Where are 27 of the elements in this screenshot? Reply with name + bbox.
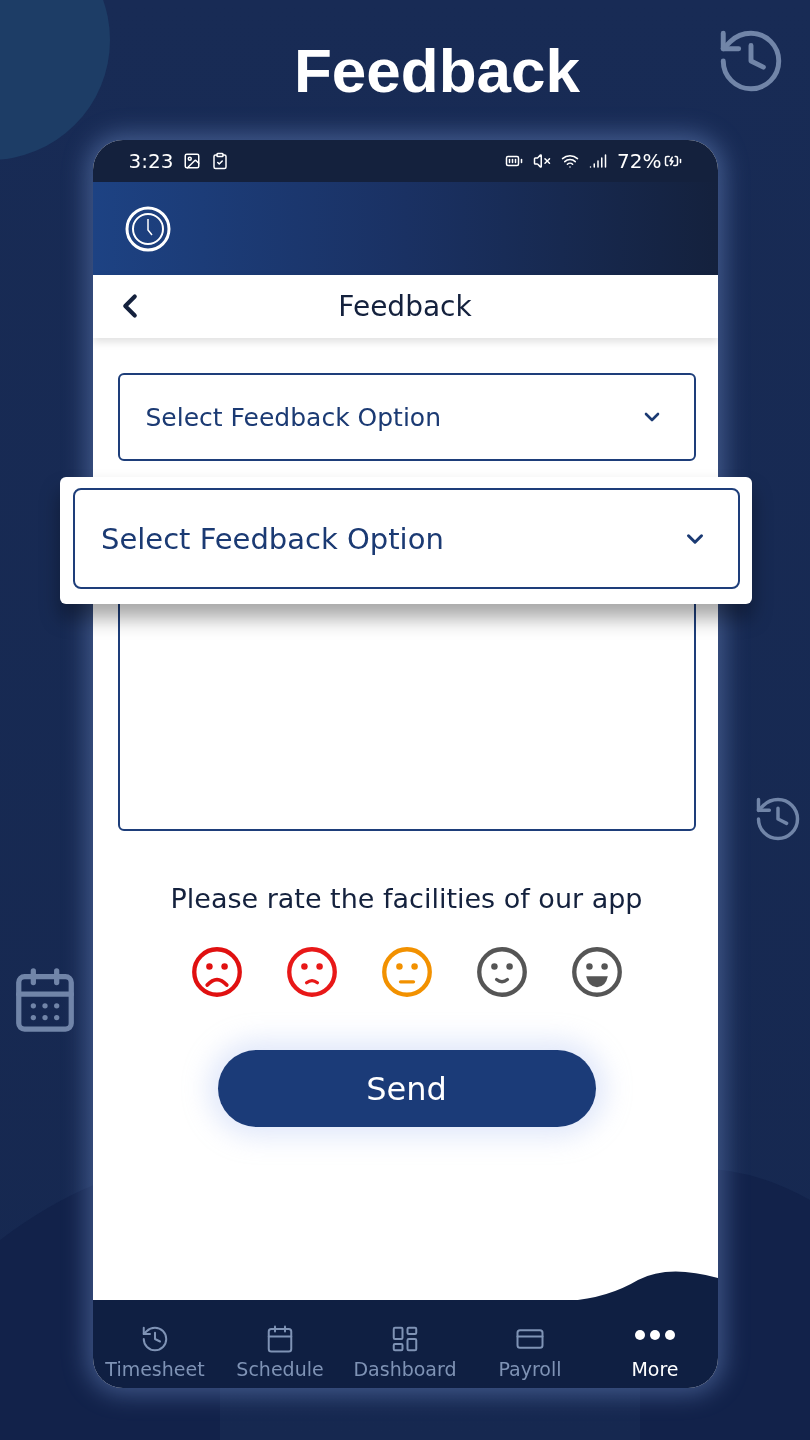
- rating-prompt: Please rate the facilities of our app: [169, 883, 644, 914]
- feedback-option-dropdown[interactable]: Select Feedback Option: [73, 488, 740, 589]
- screen-title: Feedback: [338, 290, 472, 323]
- face-icon[interactable]: [475, 946, 528, 998]
- page-headline: Feedback: [294, 34, 580, 106]
- battery-percentage: 72%: [617, 149, 662, 173]
- face-icon[interactable]: [190, 946, 243, 998]
- mute-icon: [533, 152, 552, 170]
- clock-history-icon: [140, 1324, 170, 1354]
- wifi-icon: [561, 152, 580, 170]
- feedback-option-dropdown[interactable]: Select Feedback Option: [117, 373, 696, 461]
- calendar-icon: [265, 1324, 295, 1354]
- face-icon[interactable]: [285, 946, 338, 998]
- status-time: 3:23: [128, 149, 174, 173]
- more-icon: [635, 1330, 675, 1340]
- nav-tab[interactable]: Schedule: [217, 1300, 343, 1388]
- image-icon: [183, 152, 202, 170]
- nav-tab[interactable]: Timesheet: [92, 1300, 218, 1388]
- nav-tab[interactable]: More: [592, 1300, 718, 1388]
- clipboard-icon: [211, 152, 230, 170]
- signal-icon: [589, 152, 608, 170]
- send-button[interactable]: Send: [217, 1050, 596, 1127]
- face-icon[interactable]: [570, 946, 623, 998]
- nav-tab[interactable]: Dashboard: [342, 1300, 468, 1388]
- dashboard-icon: [390, 1324, 420, 1354]
- clock-logo-icon: [124, 205, 171, 252]
- nav-tab[interactable]: Payroll: [467, 1300, 593, 1388]
